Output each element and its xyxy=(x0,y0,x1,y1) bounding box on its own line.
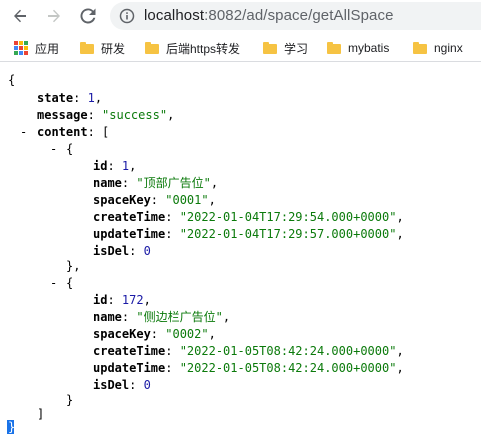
json-key: state xyxy=(37,91,74,105)
info-icon[interactable] xyxy=(119,8,135,24)
json-item-open: { xyxy=(66,142,74,156)
json-line-id: id: 172, xyxy=(93,293,151,307)
collapse-toggle-item-1[interactable]: - xyxy=(50,275,57,291)
json-line-updatetime: updateTime: "2022-01-04T17:29:57.000+000… xyxy=(93,227,404,241)
bookmark-label: 后端https转发 xyxy=(166,41,241,56)
json-item-close: } xyxy=(66,393,74,407)
json-open-brace: { xyxy=(8,73,16,87)
json-line-id: id: 1, xyxy=(93,159,137,173)
folder-icon xyxy=(413,42,427,54)
json-line-spacekey: spaceKey: "0002", xyxy=(93,327,216,341)
folder-icon xyxy=(327,42,341,54)
arrow-right-icon xyxy=(48,9,60,23)
collapse-toggle-item-0[interactable]: - xyxy=(50,141,57,157)
bookmark-label: mybatis xyxy=(348,41,390,55)
browser-toolbar: localhost:8082/ad/space/getAllSpace xyxy=(0,0,481,33)
bookmark-label: 研发 xyxy=(101,41,126,56)
bookmark-label: nginx xyxy=(434,41,463,55)
bookmark-label: 学习 xyxy=(284,41,309,56)
json-item-close: }, xyxy=(66,259,81,273)
json-line-isdel: isDel: 0 xyxy=(93,378,151,392)
bookmark-folder-mybatis[interactable]: mybatis xyxy=(327,39,389,57)
bookmark-folder-xuexi[interactable]: 学习 xyxy=(263,39,308,57)
forward-button[interactable] xyxy=(42,4,66,28)
json-item-open: { xyxy=(66,276,74,290)
json-viewer: { state: 1, message: "success", - conten… xyxy=(0,62,481,439)
json-value: "success" xyxy=(102,108,168,122)
json-key: content xyxy=(37,125,88,139)
url-path: :8082/ad/space/getAllSpace xyxy=(204,7,394,24)
collapse-toggle-content[interactable]: - xyxy=(20,124,27,140)
bookmark-label: 应用 xyxy=(35,41,60,56)
json-line-spacekey: spaceKey: "0001", xyxy=(93,193,216,207)
json-value: 1 xyxy=(87,91,95,105)
address-bar[interactable]: localhost:8082/ad/space/getAllSpace xyxy=(110,2,481,30)
json-close-brace: } xyxy=(8,420,16,434)
bookmarks-bar: 应用 研发 后端https转发 学习 mybatis nginx xyxy=(0,33,481,62)
folder-icon xyxy=(80,42,94,54)
json-key: message xyxy=(37,108,88,122)
reload-button[interactable] xyxy=(76,4,100,28)
json-line-updatetime: updateTime: "2022-01-05T08:42:24.000+000… xyxy=(93,361,404,375)
json-close-bracket: ] xyxy=(37,407,45,421)
json-line-state: state: 1, xyxy=(37,91,103,105)
json-line-content: content: [ xyxy=(37,125,110,139)
json-line-isdel: isDel: 0 xyxy=(93,244,151,258)
url-host: localhost xyxy=(144,7,205,24)
bookmark-apps[interactable]: 应用 xyxy=(14,39,59,57)
json-line-createtime: createTime: "2022-01-05T08:42:24.000+000… xyxy=(93,344,404,358)
reload-icon xyxy=(80,8,96,24)
json-line-message: message: "success", xyxy=(37,108,175,122)
apps-grid-icon xyxy=(14,41,28,55)
json-line-name: name: "顶部广告位", xyxy=(93,176,219,190)
json-line-createtime: createTime: "2022-01-04T17:29:54.000+000… xyxy=(93,210,404,224)
folder-icon xyxy=(145,42,159,54)
bookmark-folder-nginx[interactable]: nginx xyxy=(413,39,463,57)
arrow-left-icon xyxy=(14,9,26,23)
bookmark-folder-yanfa[interactable]: 研发 xyxy=(80,39,125,57)
back-button[interactable] xyxy=(8,4,32,28)
folder-icon xyxy=(263,42,277,54)
bookmark-folder-https[interactable]: 后端https转发 xyxy=(145,39,240,57)
json-line-name: name: "侧边栏广告位", xyxy=(93,310,231,324)
url-text[interactable]: localhost:8082/ad/space/getAllSpace xyxy=(144,7,394,24)
